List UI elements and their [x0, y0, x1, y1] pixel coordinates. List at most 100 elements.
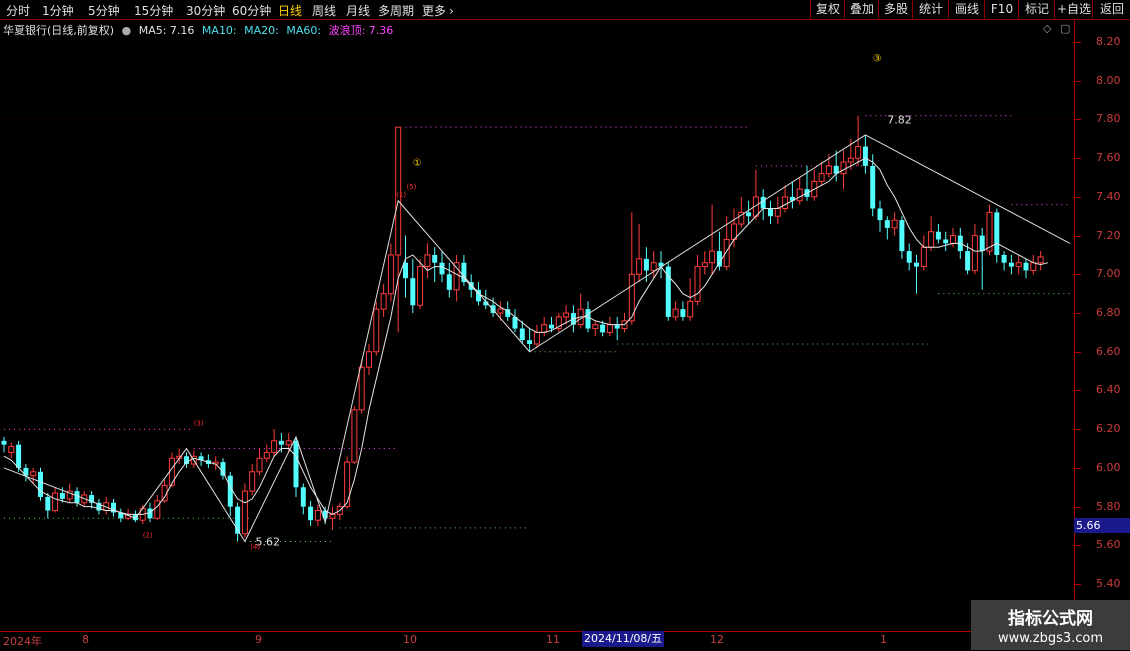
candle [38, 467, 43, 501]
candle-body [994, 212, 1000, 255]
candle-body [650, 262, 657, 271]
candle-body [533, 331, 540, 345]
candle-body [1, 440, 7, 445]
overlay-button[interactable]: 叠加 [844, 0, 879, 19]
multi-stock-button[interactable]: 多股 [878, 0, 913, 19]
price-tick-mark [1075, 313, 1081, 315]
candle [89, 491, 95, 509]
fuquan-button[interactable]: 复权 [810, 0, 845, 19]
candle [395, 126, 402, 333]
candle [446, 262, 452, 298]
candle [1023, 258, 1029, 279]
period-tab-monthly[interactable]: 月线 [346, 2, 370, 19]
candle-body [746, 212, 752, 217]
candle [118, 508, 124, 523]
period-tab-more[interactable]: 更多 › [422, 2, 454, 19]
candle [45, 493, 51, 519]
indicator-legend: 华夏银行(日线,前复权) ● MA5: 7.16 MA10: MA20: MA6… [3, 22, 397, 38]
period-tab-daily[interactable]: 日线 [278, 2, 302, 19]
candle-body [774, 207, 781, 217]
time-label-year: 2024年 [3, 635, 42, 648]
candle-body [38, 471, 43, 497]
draw-line-button[interactable]: 画线 [948, 0, 985, 19]
crosshair-date: 2024/11/08/五 [582, 631, 665, 647]
price-tick-mark [1075, 196, 1081, 198]
candle [782, 185, 789, 213]
candle-body [541, 324, 548, 333]
diamond-icon[interactable]: ◇ [1043, 22, 1051, 35]
candle-body [249, 471, 256, 492]
period-tab-weekly[interactable]: 周线 [312, 2, 336, 19]
candle-body [855, 146, 862, 159]
f10-button[interactable]: F10 [984, 0, 1019, 19]
candle [906, 243, 912, 271]
wave-mark: (3) [194, 419, 204, 427]
candle-body [636, 258, 643, 275]
candle-body [387, 254, 394, 295]
price-tick-mark [1075, 80, 1081, 82]
candle [96, 498, 102, 515]
candle-body [351, 409, 358, 463]
candle [168, 452, 175, 488]
candle-body [271, 440, 278, 453]
candle [300, 483, 306, 515]
time-label-dec: 12 [710, 633, 724, 646]
kline-chart[interactable]: 5.627.82①③(3)(2)(4)(5)(1) [0, 19, 1074, 631]
wave-marks: 5.627.82①③(3)(2)(4)(5)(1) [143, 53, 912, 551]
candle-body [709, 250, 716, 264]
period-tab-15min[interactable]: 15分钟 [134, 2, 173, 19]
price-tick-mark [1075, 158, 1081, 160]
candle-body [227, 475, 233, 507]
window-icon[interactable]: ▢ [1060, 22, 1070, 35]
time-label-jan: 1 [880, 633, 887, 646]
candle [760, 189, 766, 221]
candle [351, 405, 358, 465]
candle-body [380, 293, 387, 310]
candle-body [585, 309, 591, 329]
candle [432, 247, 438, 283]
wave-mark: ③ [873, 53, 882, 64]
candle-body [59, 493, 65, 499]
candle-body [366, 351, 372, 368]
period-tab-multi[interactable]: 多周期 [378, 2, 414, 19]
candle [818, 162, 825, 186]
candle [424, 243, 431, 279]
period-tab-60min[interactable]: 60分钟 [232, 2, 271, 19]
candle [527, 328, 533, 352]
add-watchlist-button[interactable]: +自选 [1054, 0, 1093, 19]
candle-body [256, 457, 263, 473]
price-tick: 6.60 [1096, 344, 1121, 358]
candle-body [285, 440, 292, 446]
time-label-nov: 11 [546, 633, 560, 646]
period-tab-30min[interactable]: 30分钟 [186, 2, 225, 19]
back-button[interactable]: 返回 [1092, 0, 1130, 19]
candle-body [300, 487, 306, 507]
candle-body [263, 451, 270, 459]
candle [23, 464, 29, 482]
candle-body [870, 165, 876, 209]
candle-body [840, 161, 847, 175]
candle-body [877, 208, 883, 221]
ma5-line [3, 157, 1049, 515]
period-tab-timeshare[interactable]: 分时 [6, 2, 30, 19]
mark-button[interactable]: 标记 [1018, 0, 1055, 19]
candle [789, 181, 795, 209]
candle [701, 251, 708, 275]
price-tick: 7.60 [1096, 151, 1121, 165]
price-tick: 5.60 [1096, 538, 1121, 552]
period-tab-5min[interactable]: 5分钟 [88, 2, 120, 19]
watermark-title: 指标公式网 [1008, 609, 1093, 629]
candle [628, 212, 635, 325]
period-tab-1min[interactable]: 1分钟 [42, 2, 74, 19]
candle-body [519, 328, 525, 341]
stats-button[interactable]: 统计 [912, 0, 949, 19]
settings-circle-icon[interactable]: ● [122, 24, 132, 37]
candle [971, 223, 978, 275]
candle-body [891, 219, 898, 229]
candle [636, 223, 643, 283]
candle-body [16, 444, 22, 468]
wave-mark: (5) [407, 183, 417, 191]
chevron-right-icon: › [449, 4, 454, 18]
candle-body [1008, 262, 1014, 267]
candle [314, 504, 321, 526]
